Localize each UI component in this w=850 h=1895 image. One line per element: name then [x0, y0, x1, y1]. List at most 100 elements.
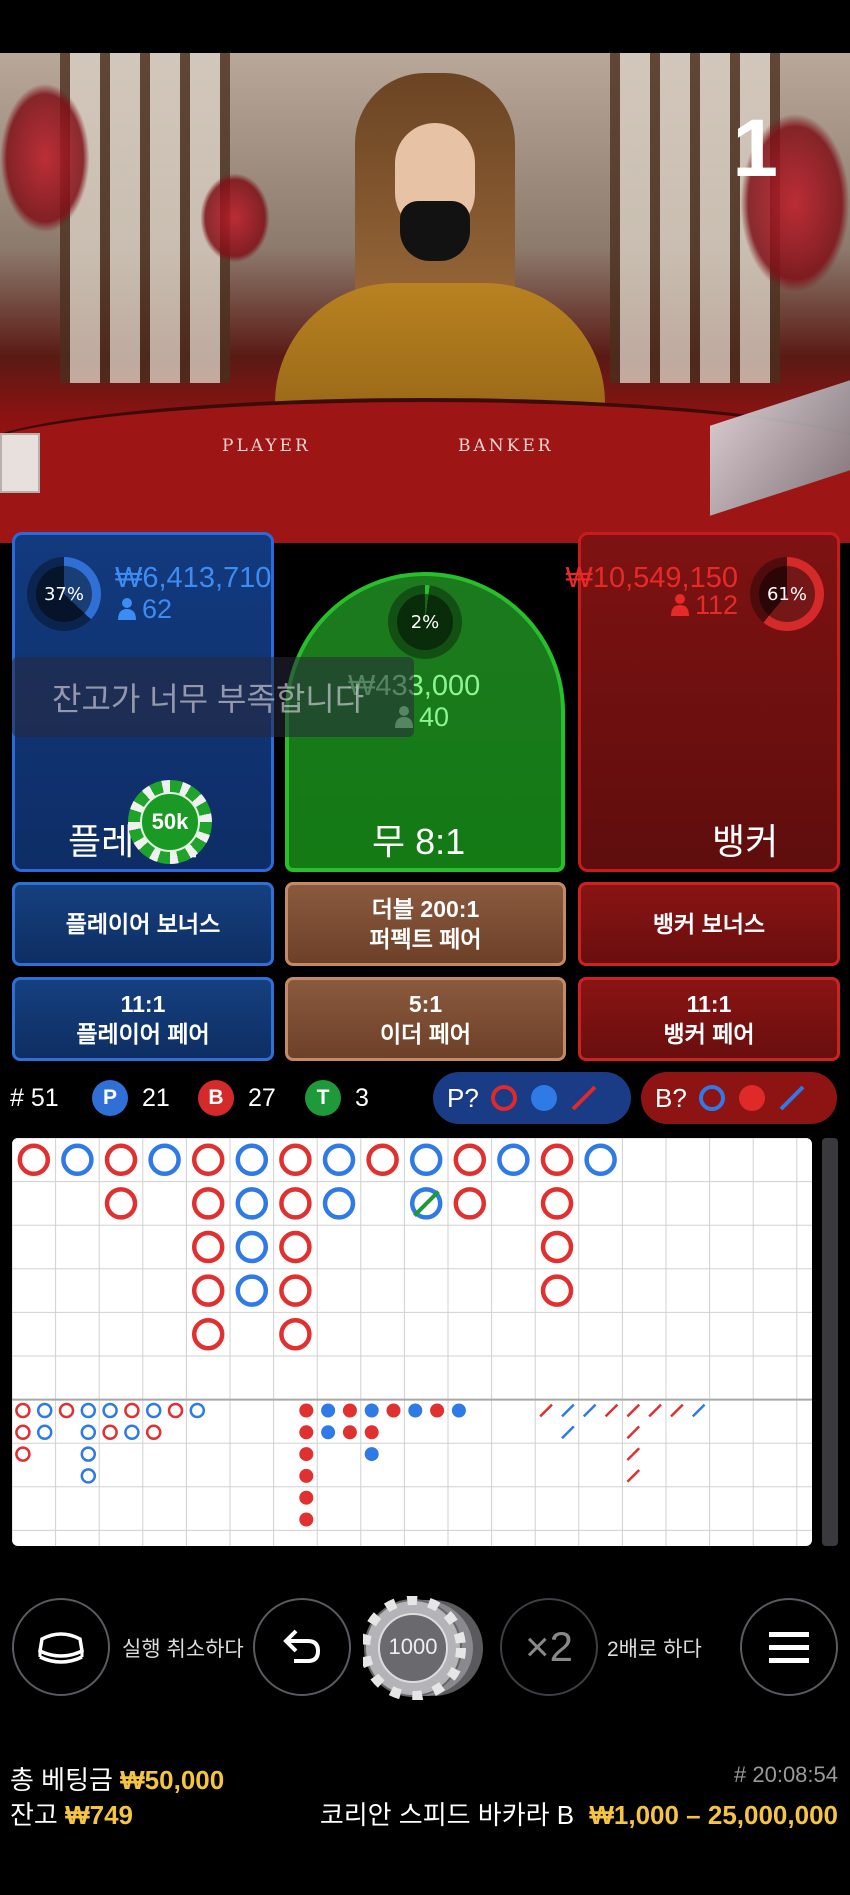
banker-pair-button[interactable]: 11:1 뱅커 페어	[578, 977, 840, 1061]
banker-win-badge: B	[198, 1080, 234, 1116]
cockroach-slash	[626, 1425, 641, 1440]
big-road-red-ring-icon	[490, 1085, 517, 1111]
tie-count: 3	[355, 1084, 369, 1112]
small-road-ring	[145, 1402, 162, 1419]
road-ring	[409, 1143, 443, 1177]
small-road-dot	[342, 1425, 357, 1440]
total-bet: 총 베팅금 ₩50,000	[10, 1760, 224, 1797]
tie-badge: T	[305, 1080, 341, 1116]
player-win-count: 21	[142, 1084, 170, 1112]
road-ring	[61, 1143, 94, 1177]
road-ring	[584, 1143, 617, 1177]
small-road-ring	[80, 1446, 97, 1462]
table-banker-text: BANKER	[458, 436, 554, 456]
road-ring	[235, 1143, 269, 1177]
road-ring	[279, 1230, 312, 1264]
road-ring	[540, 1187, 574, 1220]
road-ring	[17, 1143, 51, 1177]
either-pair-button[interactable]: 5:1 이더 페어	[285, 977, 566, 1061]
banker-percent: 61%	[759, 566, 815, 622]
perfect-pair-button[interactable]: 더블 200:1 퍼펙트 페어	[285, 882, 566, 966]
player-bonus-button[interactable]: 플레이어 보너스	[12, 882, 274, 966]
small-road-dot	[299, 1403, 314, 1418]
cockroach-slash	[539, 1403, 553, 1418]
cockroach-slash	[626, 1447, 641, 1461]
small-road-dot	[342, 1403, 357, 1418]
player-pair-button[interactable]: 11:1 플레이어 페어	[12, 977, 274, 1061]
table-name: 코리안 스피드 바카라 B	[319, 1800, 575, 1830]
player-bettor-count: 62	[118, 594, 172, 625]
undo-button[interactable]	[253, 1598, 351, 1696]
small-road-dot	[364, 1425, 379, 1440]
road-ring	[279, 1187, 312, 1220]
chip-selector[interactable]: 1000	[360, 1595, 483, 1701]
cockroach-slash	[561, 1403, 575, 1418]
small-road-ring	[80, 1468, 97, 1484]
small-road-dot	[321, 1425, 336, 1440]
banker-bonus-button[interactable]: 뱅커 보너스	[578, 882, 840, 966]
road-ring	[322, 1143, 356, 1177]
table-limits: ₩1,000 – 25,000,000	[589, 1800, 838, 1830]
small-road-ring	[15, 1402, 31, 1419]
blossom-decoration	[0, 83, 90, 233]
road-ring	[191, 1143, 225, 1177]
menu-button[interactable]	[740, 1598, 838, 1696]
scoreboard-roadmap	[12, 1138, 812, 1546]
road-ring	[191, 1230, 225, 1264]
cockroach-slash	[670, 1403, 684, 1418]
small-road-ring	[36, 1424, 53, 1441]
timestamp: # 20:08:54	[734, 1762, 838, 1787]
small-road-dot	[408, 1403, 423, 1418]
blossom-decoration	[200, 173, 270, 263]
lobby-button[interactable]	[12, 1598, 110, 1696]
balance: 잔고 ₩749	[10, 1795, 133, 1832]
small-road-ring	[58, 1402, 75, 1419]
round-number: 1	[732, 103, 778, 194]
road-ring	[235, 1187, 269, 1220]
road-ring	[191, 1274, 225, 1307]
cockroach-slash	[648, 1403, 662, 1418]
hamburger-menu-icon	[769, 1632, 809, 1663]
double-button[interactable]: ×2	[500, 1598, 598, 1696]
player-win-badge: P	[92, 1080, 128, 1116]
road-ring	[366, 1143, 399, 1177]
big-eye-red-dot-icon	[738, 1085, 765, 1111]
small-road-ring	[80, 1424, 97, 1441]
balance-value: ₩749	[65, 1800, 133, 1830]
cockroach-slash	[561, 1425, 575, 1440]
road-ring	[453, 1143, 487, 1177]
dealer-mask	[400, 201, 470, 261]
small-road-dot	[299, 1490, 314, 1505]
big-eye-blue-dot-icon	[530, 1085, 557, 1111]
banker-win-count: 27	[248, 1084, 276, 1112]
small-road-dot	[299, 1512, 314, 1527]
total-bet-label: 총 베팅금	[10, 1765, 113, 1795]
total-bet-value: ₩50,000	[120, 1765, 225, 1795]
banker-predict-button[interactable]: B?	[641, 1072, 837, 1124]
double-label: 2배로 하다	[607, 1638, 702, 1661]
chip-value: 1000	[388, 1634, 438, 1659]
player-predict-button[interactable]: P?	[433, 1072, 631, 1124]
road-ring	[279, 1274, 312, 1307]
small-road-dot	[430, 1403, 445, 1418]
table-player-text: PLAYER	[222, 436, 311, 456]
stats-bar: # 51 P 21 B 27 T 3 P? B?	[0, 1070, 850, 1126]
banker-percent-ring: 61%	[750, 557, 824, 631]
cockroach-slash	[626, 1469, 641, 1483]
big-road-blue-ring-icon	[698, 1085, 725, 1111]
small-road-ring	[36, 1402, 53, 1419]
road-ring	[497, 1143, 530, 1177]
player-percent: 37%	[36, 566, 92, 622]
tie-percent: 2%	[397, 594, 453, 650]
road-ring	[279, 1143, 312, 1177]
road-ring	[279, 1317, 312, 1351]
small-road-dot	[321, 1403, 336, 1418]
cockroach-slash	[626, 1403, 641, 1418]
small-road-dot	[451, 1403, 466, 1418]
small-road-ring	[124, 1402, 140, 1419]
roadmap-scrollbar[interactable]	[822, 1138, 838, 1546]
small-road-ring	[189, 1402, 206, 1419]
small-road-dot	[364, 1403, 379, 1418]
cockroach-blue-slash-icon	[779, 1085, 805, 1111]
small-road-ring	[80, 1402, 97, 1419]
